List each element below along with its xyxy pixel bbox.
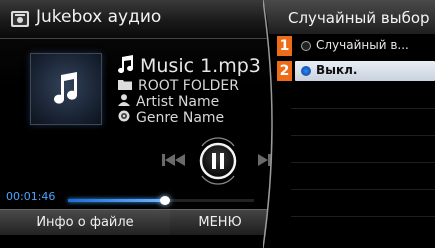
- radio-selected-icon: [301, 66, 311, 76]
- playback-controls: [158, 130, 278, 194]
- player-panel: Jukebox аудио Music 1.mp3 ROOT FOLDER Ar…: [0, 0, 300, 248]
- option-shuffle-folder[interactable]: 1 Случайный в...: [277, 36, 435, 58]
- progress-area: 00:01:46: [0, 190, 300, 208]
- person-icon: [118, 94, 130, 110]
- option-label: Выкл.: [316, 63, 358, 77]
- radio-icon: [301, 41, 311, 51]
- popup-title: Случайный выбор: [288, 9, 430, 27]
- folder-row: ROOT FOLDER: [118, 78, 239, 94]
- genre-disc-icon: [118, 110, 130, 126]
- elapsed-time: 00:01:46: [6, 190, 56, 203]
- file-info-button[interactable]: Инфо о файле: [0, 209, 171, 235]
- player-header: Jukebox аудио: [0, 0, 300, 39]
- option-number: 2: [277, 61, 292, 81]
- list-divider: [291, 189, 435, 190]
- option-off[interactable]: 2 Выкл.: [277, 61, 435, 83]
- list-divider: [291, 108, 435, 109]
- album-art: [30, 53, 102, 125]
- option-number: 1: [277, 36, 292, 56]
- page-title: Jukebox аудио: [36, 7, 162, 27]
- previous-icon[interactable]: [162, 152, 188, 172]
- option-label: Случайный в...: [316, 38, 409, 52]
- option-body[interactable]: Случайный в...: [295, 36, 435, 56]
- music-note-icon: [54, 72, 78, 104]
- option-body[interactable]: Выкл.: [295, 61, 435, 81]
- list-divider: [291, 216, 435, 217]
- music-note-icon: [118, 55, 134, 78]
- progress-track[interactable]: [68, 196, 254, 205]
- jukebox-icon: [10, 10, 30, 28]
- genre-name: Genre Name: [136, 110, 225, 126]
- shuffle-popup: Случайный выбор 1 Случайный в... 2 Выкл.: [263, 0, 435, 248]
- screen: Jukebox аудио Music 1.mp3 ROOT FOLDER Ar…: [0, 0, 435, 248]
- progress-fill: [68, 199, 165, 202]
- folder-icon: [118, 78, 132, 94]
- artist-row: Artist Name: [118, 94, 219, 110]
- track-filename-row: Music 1.mp3: [118, 55, 261, 78]
- play-pause-button[interactable]: [190, 132, 246, 194]
- menu-button[interactable]: МЕНЮ: [170, 209, 270, 235]
- folder-name: ROOT FOLDER: [138, 78, 239, 94]
- list-divider: [291, 135, 435, 136]
- list-divider: [291, 162, 435, 163]
- progress-knob[interactable]: [159, 196, 170, 205]
- artist-name: Artist Name: [136, 94, 220, 110]
- track-filename: Music 1.mp3: [140, 55, 261, 77]
- bottom-bar: Инфо о файле МЕНЮ: [0, 209, 270, 248]
- genre-row: Genre Name: [118, 110, 224, 126]
